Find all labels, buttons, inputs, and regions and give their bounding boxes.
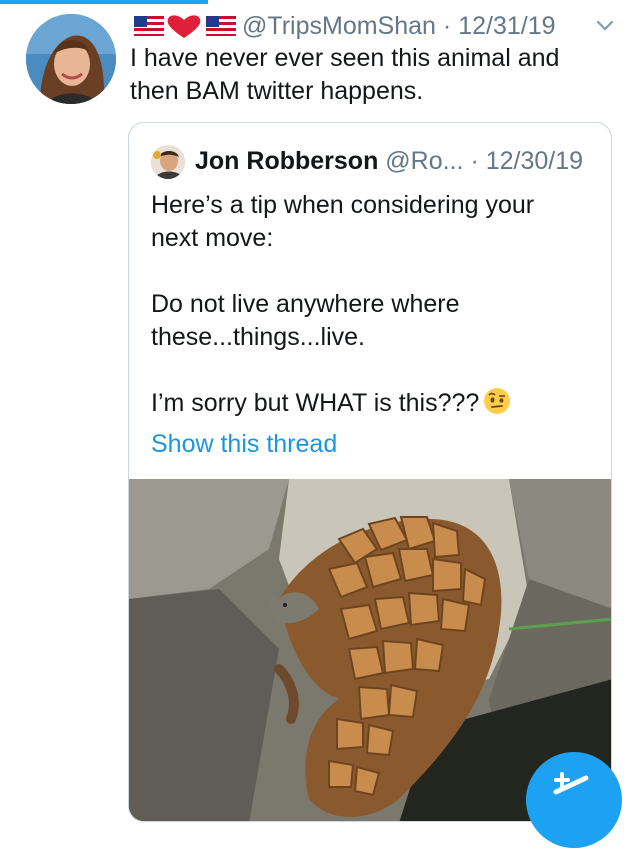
feather-icon [553,772,589,795]
us-flag-icon [206,16,236,36]
quoted-tweet-card[interactable]: Jon Robberson @Ro... · 12/30/19 Here’s a… [128,122,612,822]
quoted-text-line-with-emoji: I’m sorry but WHAT is this??? [151,387,591,420]
top-progress-bar [0,0,208,4]
quoted-tweet-date[interactable]: 12/30/19 [486,147,583,175]
quoted-text-line: Do not live anywhere where [151,290,460,318]
quoted-author-avatar[interactable] [151,145,185,179]
compose-tweet-button[interactable] [526,752,622,848]
show-thread-link[interactable]: Show this thread [151,427,337,461]
meta-separator: · [470,147,479,175]
face-with-raised-eyebrow-icon [484,388,511,414]
tweet-text-line: I have never ever seen this animal and [130,44,560,72]
us-flag-icon [134,16,164,36]
quoted-text-line: these...things...live. [151,323,366,351]
quoted-tweet-header: Jon Robberson @Ro... · 12/30/19 [195,143,583,179]
author-avatar[interactable] [26,14,116,104]
author-handle[interactable]: @TripsMomShan [242,12,436,40]
tweet-meta: @TripsMomShan · 12/31/19 [242,10,556,42]
quoted-text-line: Here’s a tip when considering your [151,191,535,219]
tweet-date[interactable]: 12/31/19 [458,12,555,40]
quoted-author-name[interactable]: Jon Robberson [195,147,378,175]
meta-separator: · [442,12,452,40]
name-emoji-group [134,15,236,38]
quoted-author-handle[interactable]: @Ro... [385,147,463,175]
red-heart-icon [167,15,201,38]
chevron-down-icon[interactable] [594,14,616,36]
tweet-header: @TripsMomShan · 12/31/19 [132,8,622,44]
tweet-text-line: then BAM twitter happens. [130,77,424,105]
quoted-text-line: I’m sorry but WHAT is this??? [151,389,480,417]
quoted-tweet-text: Here’s a tip when considering your next … [151,189,591,420]
tweet-text: I have never ever seen this animal and t… [130,42,610,108]
quoted-text-line: next move: [151,224,274,252]
